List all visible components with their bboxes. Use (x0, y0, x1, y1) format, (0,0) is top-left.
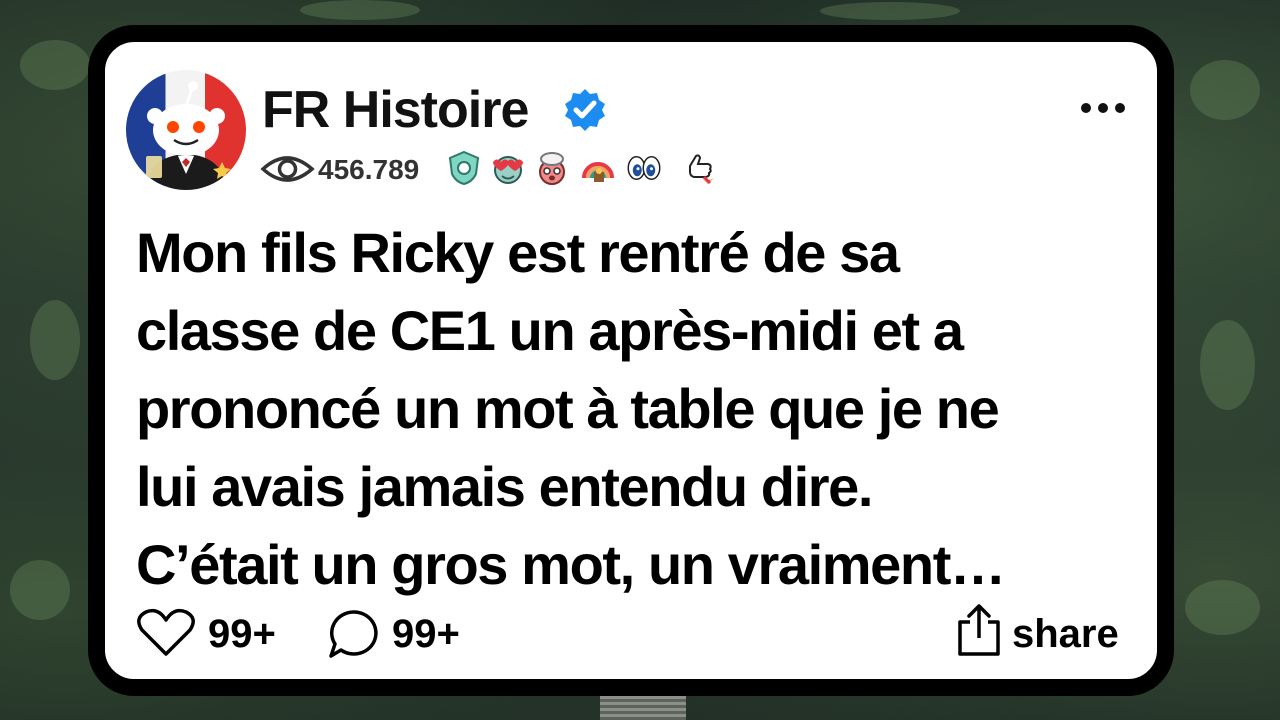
heart-icon[interactable] (136, 608, 196, 658)
post-body-line: prononcé un mot à table que je ne (136, 377, 1000, 440)
rocket-like-award-icon (689, 154, 714, 185)
post-body-line: lui avais jamais entendu dire. (136, 455, 873, 518)
post-body-line: classe de CE1 un après-midi et a (136, 299, 964, 362)
view-count: 456.789 (318, 154, 420, 185)
post-body-line: C’était un gros mot, un vraiment… (136, 533, 1006, 596)
verified-badge-icon (565, 89, 605, 131)
shield-award-icon (448, 150, 480, 186)
share-label[interactable]: share (1012, 612, 1119, 656)
share-icon[interactable] (956, 602, 1002, 658)
mascot-avatar-icon (146, 81, 231, 190)
post-body-line: Mon fils Ricky est rentré de sa (136, 221, 900, 284)
eyes-award-icon (627, 156, 661, 180)
like-count[interactable]: 99+ (208, 612, 276, 656)
rainbow-award-icon (582, 162, 614, 182)
comment-bubble-icon[interactable] (327, 608, 381, 662)
more-options-icon[interactable] (1078, 98, 1128, 118)
heart-eyes-award-icon (493, 156, 523, 184)
author-name[interactable]: FR Histoire (262, 80, 529, 140)
comment-count[interactable]: 99+ (392, 612, 460, 656)
avatar[interactable] (126, 70, 246, 190)
post-body: Mon fils Ricky est rentré de sa classe d… (136, 214, 1126, 604)
eye-icon (260, 156, 315, 182)
mind-blown-award-icon (539, 152, 565, 185)
